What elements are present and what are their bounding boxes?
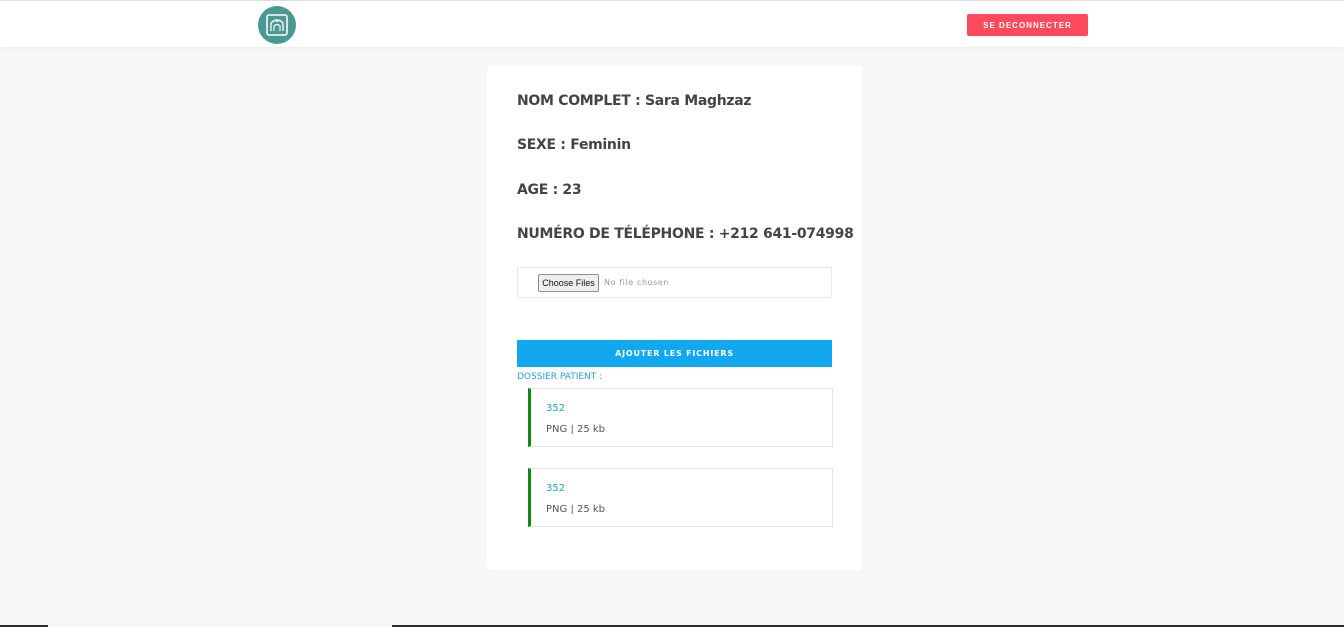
- add-files-button[interactable]: AJOUTER LES FICHIERS: [517, 340, 832, 367]
- file-list-item: 352 PNG | 25 kb: [528, 388, 833, 447]
- patient-card: NOM COMPLET : Sara Maghzaz SEXE : Femini…: [487, 66, 862, 570]
- file-upload-field[interactable]: Choose Files No file chosen: [517, 267, 832, 298]
- dossier-patient-label: DOSSIER PATIENT :: [517, 372, 603, 382]
- file-meta: PNG | 25 kb: [546, 504, 606, 515]
- hospital-logo-icon[interactable]: [258, 6, 296, 44]
- top-navbar: SE DECONNECTER: [0, 0, 1344, 47]
- patient-full-name: NOM COMPLET : Sara Maghzaz: [517, 93, 752, 109]
- file-name-link[interactable]: 352: [546, 483, 565, 494]
- choose-files-button[interactable]: Choose Files: [538, 274, 599, 292]
- file-name-link[interactable]: 352: [546, 403, 565, 414]
- file-status-text: No file chosen: [604, 278, 670, 287]
- patient-sex: SEXE : Feminin: [517, 137, 631, 153]
- logout-button[interactable]: SE DECONNECTER: [967, 14, 1088, 36]
- file-list-item: 352 PNG | 25 kb: [528, 468, 833, 527]
- patient-phone: NUMÉRO DE TÉLÉPHONE : +212 641-074998: [517, 226, 854, 242]
- logo-emblem: [266, 14, 288, 36]
- patient-age: AGE : 23: [517, 182, 582, 198]
- file-meta: PNG | 25 kb: [546, 424, 606, 435]
